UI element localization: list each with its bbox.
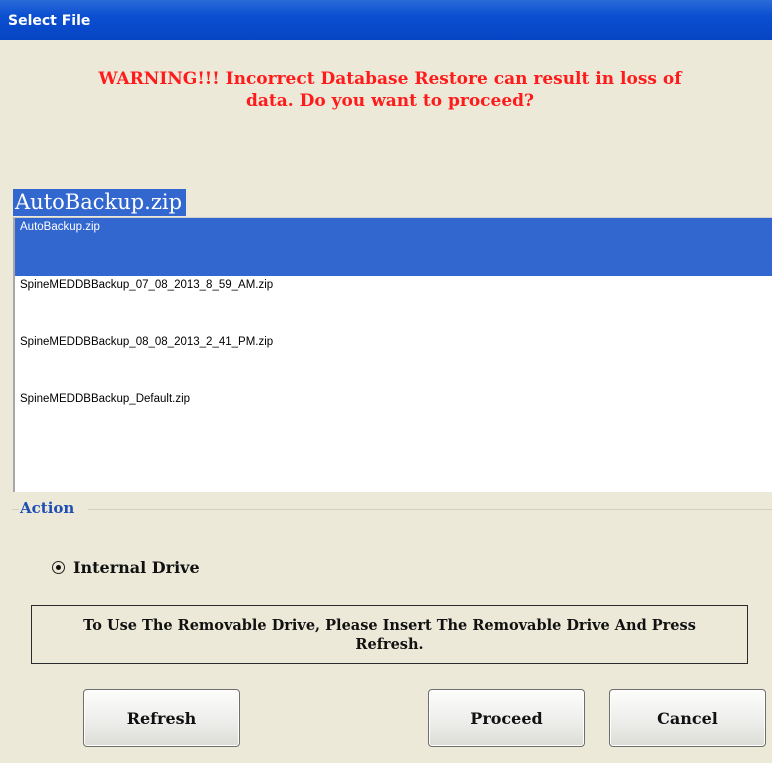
action-group-border bbox=[88, 509, 772, 510]
warning-message: WARNING!!! Incorrect Database Restore ca… bbox=[60, 68, 720, 112]
proceed-button[interactable]: Proceed bbox=[428, 689, 585, 747]
refresh-button[interactable]: Refresh bbox=[83, 689, 240, 747]
internal-drive-label[interactable]: Internal Drive bbox=[73, 558, 200, 577]
info-line-2: Refresh. bbox=[355, 635, 424, 653]
action-group-border-left bbox=[12, 509, 19, 510]
file-list-item[interactable]: SpineMEDDBBackup_08_08_2013_2_41_PM.zip bbox=[15, 333, 772, 390]
removable-drive-info: To Use The Removable Drive, Please Inser… bbox=[31, 605, 748, 664]
file-list-item[interactable]: SpineMEDDBBackup_07_08_2013_8_59_AM.zip bbox=[15, 276, 772, 333]
radio-selected-dot bbox=[56, 565, 61, 570]
window-title: Select File bbox=[8, 13, 91, 29]
action-group-legend: Action bbox=[20, 499, 81, 517]
selected-file-field[interactable]: AutoBackup.zip bbox=[13, 189, 187, 216]
radio-button-icon[interactable] bbox=[52, 561, 65, 574]
warning-line-1: WARNING!!! Incorrect Database Restore ca… bbox=[98, 69, 682, 89]
file-listbox[interactable]: AutoBackup.zip SpineMEDDBBackup_07_08_20… bbox=[13, 217, 772, 492]
title-bar: Select File bbox=[0, 0, 772, 40]
warning-line-2: data. Do you want to proceed? bbox=[245, 91, 534, 111]
internal-drive-radio[interactable]: Internal Drive bbox=[52, 558, 200, 577]
info-line-1: To Use The Removable Drive, Please Inser… bbox=[83, 616, 696, 634]
cancel-button[interactable]: Cancel bbox=[609, 689, 766, 747]
file-list-item[interactable]: SpineMEDDBBackup_Default.zip bbox=[15, 390, 772, 447]
file-list-item[interactable]: AutoBackup.zip bbox=[15, 218, 772, 276]
